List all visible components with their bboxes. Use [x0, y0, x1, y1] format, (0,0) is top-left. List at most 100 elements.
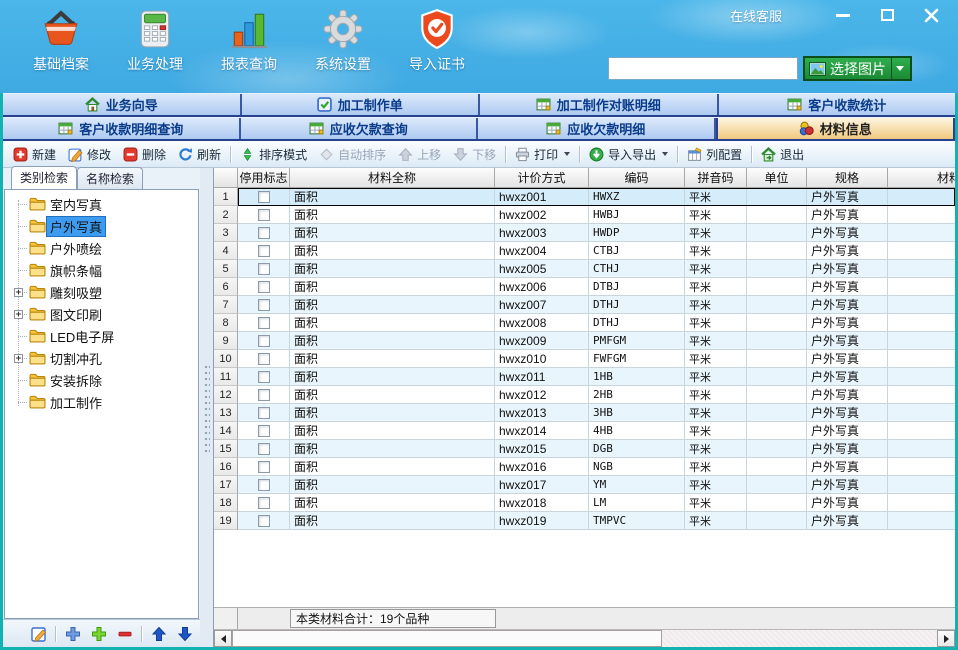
table-row[interactable]: 16面积hwxz016NGB平米户外写真	[214, 458, 955, 476]
picture-input[interactable]	[608, 57, 798, 80]
disable-flag-checkbox[interactable]	[258, 407, 270, 419]
minimize-button[interactable]	[832, 5, 854, 25]
tab-客户收款明细查询[interactable]: 客户收款明细查询	[3, 118, 241, 139]
scrollbar-track[interactable]	[232, 630, 937, 647]
column-header-停用标志[interactable]: 停用标志	[238, 168, 290, 188]
tree-item-户外写真[interactable]: 户外写真	[5, 215, 198, 237]
horizontal-scrollbar[interactable]	[214, 629, 955, 647]
maximize-button[interactable]	[876, 5, 898, 25]
expand-icon[interactable]: +	[14, 354, 23, 363]
disable-flag-checkbox[interactable]	[258, 191, 270, 203]
move-category-down-button[interactable]	[175, 624, 194, 643]
tree-item-图文印刷[interactable]: +图文印刷	[5, 303, 198, 325]
table-row[interactable]: 17面积hwxz017YM平米户外写真	[214, 476, 955, 494]
toolbar-button-排序模式[interactable]: 排序模式	[234, 143, 313, 165]
table-row[interactable]: 5面积hwxz005CTHJ平米户外写真	[214, 260, 955, 278]
table-row[interactable]: 13面积hwxz0133HB平米户外写真	[214, 404, 955, 422]
table-row[interactable]: 15面积hwxz015DGB平米户外写真	[214, 440, 955, 458]
edit-category-button[interactable]	[29, 624, 48, 643]
panel-splitter[interactable]	[200, 168, 213, 647]
table-row[interactable]: 7面积hwxz007DTHJ平米户外写真	[214, 296, 955, 314]
table-row[interactable]: 10面积hwxz010FWFGM平米户外写真	[214, 350, 955, 368]
tree-item-户外喷绘[interactable]: 户外喷绘	[5, 237, 198, 259]
disable-flag-checkbox[interactable]	[258, 389, 270, 401]
add-subcategory-button[interactable]	[89, 624, 108, 643]
tab-name-search[interactable]: 名称检索	[77, 167, 143, 189]
column-header-拼音码[interactable]: 拼音码	[685, 168, 747, 188]
toolbar-button-刷新[interactable]: 刷新	[172, 143, 227, 165]
table-row[interactable]: 1面积hwxz001HWXZ平米户外写真	[214, 188, 955, 206]
disable-flag-checkbox[interactable]	[258, 353, 270, 365]
table-row[interactable]: 11面积hwxz0111HB平米户外写真	[214, 368, 955, 386]
tree-item-旗帜条幅[interactable]: 旗帜条幅	[5, 259, 198, 281]
toolbar-button-退出[interactable]: 退出	[755, 143, 810, 165]
tree-item-切割冲孔[interactable]: +切割冲孔	[5, 347, 198, 369]
table-row[interactable]: 6面积hwxz006DTBJ平米户外写真	[214, 278, 955, 296]
tab-应收欠款明细[interactable]: 应收欠款明细	[478, 118, 716, 139]
disable-flag-checkbox[interactable]	[258, 461, 270, 473]
column-header-编码[interactable]: 编码	[589, 168, 685, 188]
expand-icon[interactable]: +	[14, 310, 23, 319]
nav-basket[interactable]: 基础档案	[14, 6, 108, 74]
column-header-规格[interactable]: 规格	[807, 168, 888, 188]
table-row[interactable]: 12面积hwxz0122HB平米户外写真	[214, 386, 955, 404]
disable-flag-checkbox[interactable]	[258, 209, 270, 221]
table-row[interactable]: 4面积hwxz004CTBJ平米户外写真	[214, 242, 955, 260]
tree-item-室内写真[interactable]: 室内写真	[5, 193, 198, 215]
table-row[interactable]: 3面积hwxz003HWDP平米户外写真	[214, 224, 955, 242]
move-category-up-button[interactable]	[149, 624, 168, 643]
close-button[interactable]	[920, 5, 942, 25]
tab-category-search[interactable]: 类别检索	[11, 166, 77, 189]
select-picture-button[interactable]: 选择图片	[803, 56, 912, 81]
tree-item-安装拆除[interactable]: 安装拆除	[5, 369, 198, 391]
tab-应收欠款查询[interactable]: 应收欠款查询	[241, 118, 479, 139]
disable-flag-checkbox[interactable]	[258, 245, 270, 257]
tab-材料信息[interactable]: 材料信息	[716, 118, 956, 139]
disable-flag-checkbox[interactable]	[258, 317, 270, 329]
toolbar-button-修改[interactable]: 修改	[62, 143, 117, 165]
tree-item-加工制作[interactable]: 加工制作	[5, 391, 198, 413]
column-header-单位[interactable]: 单位	[747, 168, 807, 188]
toolbar-button-列配置[interactable]: 列配置	[681, 143, 748, 165]
toolbar-button-删除[interactable]: 删除	[117, 143, 172, 165]
toolbar-button-导入导出[interactable]: 导入导出	[583, 143, 674, 165]
tab-客户收款统计[interactable]: 客户收款统计	[719, 94, 956, 115]
tab-加工制作单[interactable]: 加工制作单	[242, 94, 481, 115]
disable-flag-checkbox[interactable]	[258, 299, 270, 311]
table-row[interactable]: 2面积hwxz002HWBJ平米户外写真	[214, 206, 955, 224]
toolbar-button-打印[interactable]: 打印	[509, 143, 576, 165]
nav-barchart[interactable]: 报表查询	[202, 6, 296, 74]
nav-gear[interactable]: 系统设置	[296, 6, 390, 74]
disable-flag-checkbox[interactable]	[258, 425, 270, 437]
table-row[interactable]: 14面积hwxz0144HB平米户外写真	[214, 422, 955, 440]
table-row[interactable]: 8面积hwxz008DTHJ平米户外写真	[214, 314, 955, 332]
column-header-材料全称[interactable]: 材料全称	[290, 168, 495, 188]
disable-flag-checkbox[interactable]	[258, 371, 270, 383]
nav-calculator[interactable]: 业务处理	[108, 6, 202, 74]
scroll-right-button[interactable]	[937, 630, 955, 647]
disable-flag-checkbox[interactable]	[258, 263, 270, 275]
column-header-材料类别[interactable]: 材料类别	[888, 168, 955, 188]
table-row[interactable]: 18面积hwxz018LM平米户外写真	[214, 494, 955, 512]
remove-category-button[interactable]	[115, 624, 134, 643]
disable-flag-checkbox[interactable]	[258, 227, 270, 239]
tree-item-LED电子屏[interactable]: LED电子屏	[5, 325, 198, 347]
online-service-link[interactable]: 在线客服	[730, 6, 782, 25]
picture-dropdown-button[interactable]	[891, 58, 908, 79]
table-row[interactable]: 9面积hwxz009PMFGM平米户外写真	[214, 332, 955, 350]
disable-flag-checkbox[interactable]	[258, 443, 270, 455]
scroll-left-button[interactable]	[214, 630, 232, 647]
disable-flag-checkbox[interactable]	[258, 335, 270, 347]
tab-业务向导[interactable]: 业务向导	[3, 94, 242, 115]
expand-icon[interactable]: +	[14, 288, 23, 297]
nav-shield[interactable]: 导入证书	[390, 6, 484, 74]
table-row[interactable]: 19面积hwxz019TMPVC平米户外写真	[214, 512, 955, 530]
tab-加工制作对账明细[interactable]: 加工制作对账明细	[480, 94, 719, 115]
disable-flag-checkbox[interactable]	[258, 479, 270, 491]
disable-flag-checkbox[interactable]	[258, 497, 270, 509]
disable-flag-checkbox[interactable]	[258, 515, 270, 527]
disable-flag-checkbox[interactable]	[258, 281, 270, 293]
toolbar-button-新建[interactable]: 新建	[7, 143, 62, 165]
column-header-计价方式[interactable]: 计价方式	[495, 168, 589, 188]
tree-item-雕刻吸塑[interactable]: +雕刻吸塑	[5, 281, 198, 303]
